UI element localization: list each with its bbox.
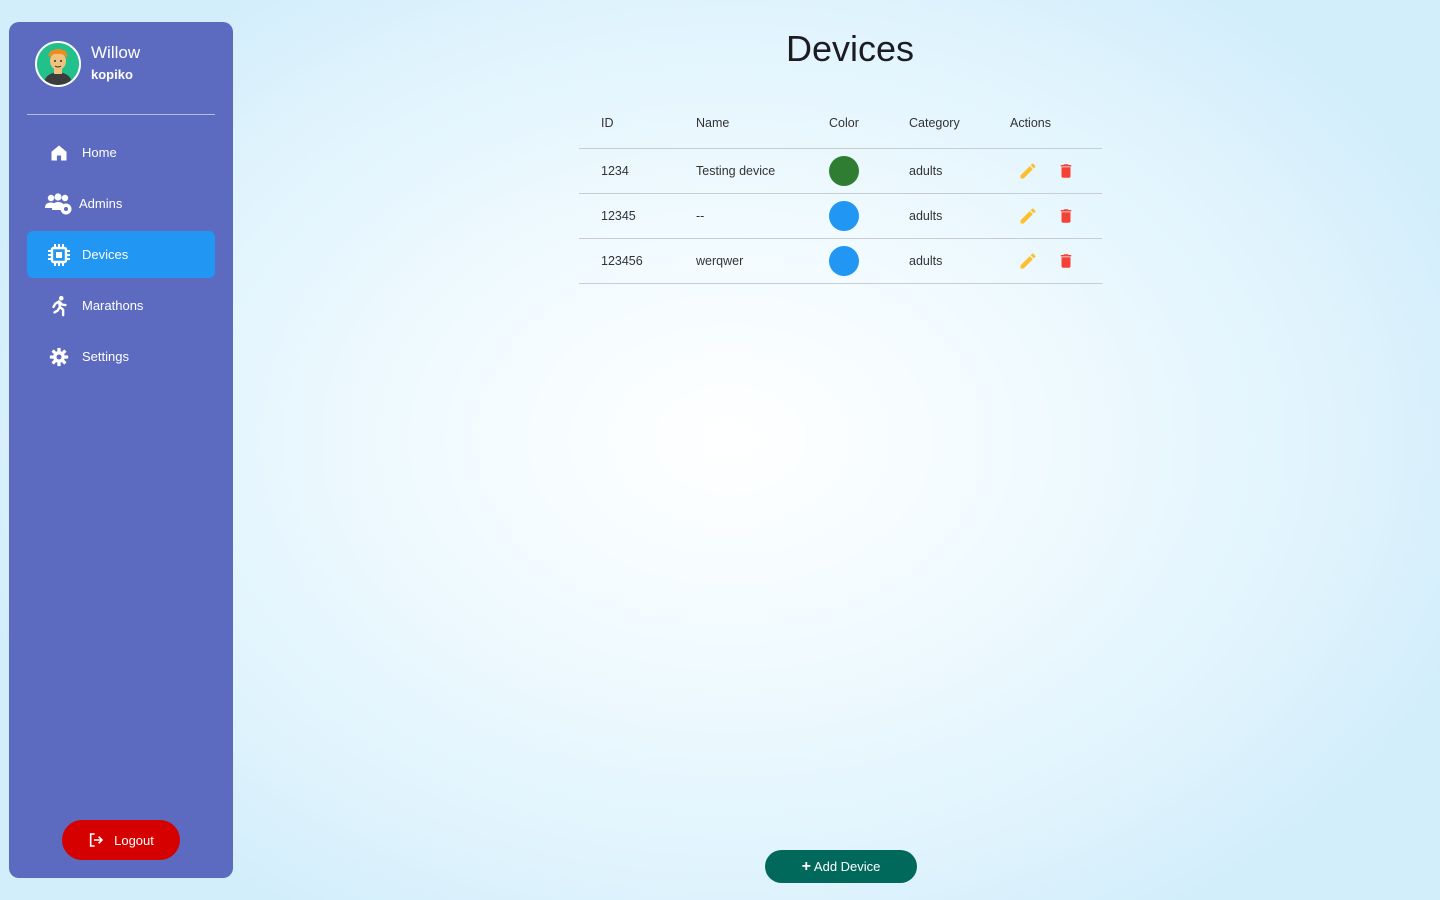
sidebar-item-label: Admins [79,196,123,211]
add-device-button[interactable]: + Add Device [765,850,917,883]
avatar [35,41,81,87]
sidebar-item-label: Home [82,145,117,160]
logout-icon [88,832,104,848]
edit-icon[interactable] [1018,206,1038,226]
device-color-swatch [829,246,859,276]
chip-icon [47,243,71,267]
edit-icon[interactable] [1018,251,1038,271]
sidebar-item-label: Settings [82,349,129,364]
delete-icon[interactable] [1057,162,1075,180]
user-username: kopiko [91,67,133,82]
device-category: adults [908,238,1009,284]
sidebar-item-admins[interactable]: Admins [27,180,215,227]
table-row: 12345 -- adults [579,193,1102,239]
logout-label: Logout [114,832,154,848]
gear-icon [47,345,71,369]
column-header-color: Color [828,97,908,149]
sidebar-item-home[interactable]: Home [27,129,215,176]
runner-icon [47,294,71,318]
edit-icon[interactable] [1018,161,1038,181]
device-name: -- [695,193,828,239]
device-category: adults [908,148,1009,194]
table-row: 123456 werqwer adults [579,238,1102,284]
device-category: adults [908,193,1009,239]
sidebar-item-devices[interactable]: Devices [27,231,215,278]
delete-icon[interactable] [1057,252,1075,270]
device-name: Testing device [695,148,828,194]
sidebar-nav: Home Admins Devices Marathons Settings [27,129,215,384]
sidebar-item-label: Marathons [82,298,144,313]
column-header-name: Name [695,97,828,149]
column-header-actions: Actions [1009,97,1102,149]
device-id: 1234 [579,148,695,194]
logout-button[interactable]: Logout [62,820,180,860]
page-title: Devices [785,28,915,69]
sidebar-divider [27,114,215,115]
device-name: werqwer [695,238,828,284]
device-color-swatch [829,156,859,186]
column-header-id: ID [579,97,695,149]
user-name: Willow [91,43,141,62]
sidebar-item-marathons[interactable]: Marathons [27,282,215,329]
column-header-category: Category [908,97,1009,149]
sidebar-item-settings[interactable]: Settings [27,333,215,380]
home-icon [47,141,71,165]
table-row: 1234 Testing device adults [579,148,1102,194]
user-profile: Willow kopiko [35,40,140,88]
device-id: 123456 [579,238,695,284]
sidebar: Willow kopiko Home Admins Devices Marath… [9,22,233,878]
device-color-swatch [829,201,859,231]
delete-icon[interactable] [1057,207,1075,225]
devices-table: ID Name Color Category Actions 1234 Test… [579,97,1102,284]
sidebar-item-label: Devices [82,247,129,262]
device-id: 12345 [579,193,695,239]
add-device-label: Add Device [813,859,881,874]
admins-icon [45,192,73,216]
table-header-row: ID Name Color Category Actions [579,97,1102,149]
plus-icon: + [801,857,811,875]
